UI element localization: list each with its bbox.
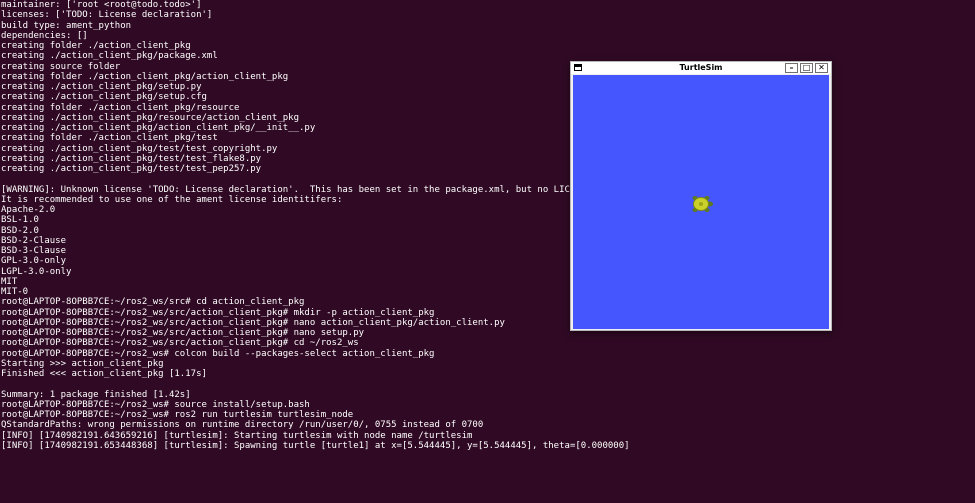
turtle-icon <box>692 196 713 212</box>
minimize-button[interactable]: – <box>785 63 798 73</box>
turtlesim-window[interactable]: TurtleSim – □ ✕ <box>570 61 832 331</box>
terminal-line: creating ./action_client_pkg/package.xml <box>1 51 218 62</box>
terminal-line: creating folder ./action_client_pkg <box>1 41 191 51</box>
terminal-line: Summary: 1 package finished [1.42s] <box>1 389 191 400</box>
terminal-line: root@LAPTOP-8OPBB7CE:~/ros2_ws# source i… <box>1 399 310 410</box>
maximize-button[interactable]: □ <box>800 63 813 73</box>
close-button[interactable]: ✕ <box>815 63 828 73</box>
terminal-line: Finished <<< action_client_pkg [1.17s] <box>1 369 207 379</box>
terminal-line: maintainer: ['root <root@todo.todo>'] <box>1 0 202 10</box>
terminal-line: [INFO] [1740982191.643659216] [turtlesim… <box>1 430 473 441</box>
terminal-line: root@LAPTOP-8OPBB7CE:~/ros2_ws# ros2 run… <box>1 410 354 420</box>
terminal-line: root@LAPTOP-8OPBB7CE:~/ros2_ws# colcon b… <box>1 348 435 359</box>
terminal-line: licenses: ['TODO: License declaration'] <box>1 10 213 21</box>
terminal-line: QStandardPaths: wrong permissions on run… <box>1 420 484 431</box>
terminal-line: Starting >>> action_client_pkg <box>1 358 164 369</box>
terminal-line: [INFO] [1740982191.653448368] [turtlesim… <box>1 440 630 451</box>
terminal-line: root@LAPTOP-8OPBB7CE:~/ros2_ws/src/actio… <box>1 338 359 349</box>
terminal-line: build type: ament_python <box>1 20 132 31</box>
title-bar[interactable]: TurtleSim – □ ✕ <box>571 62 831 74</box>
terminal-line: dependencies: [] <box>1 30 88 41</box>
turtlesim-canvas <box>573 75 829 329</box>
